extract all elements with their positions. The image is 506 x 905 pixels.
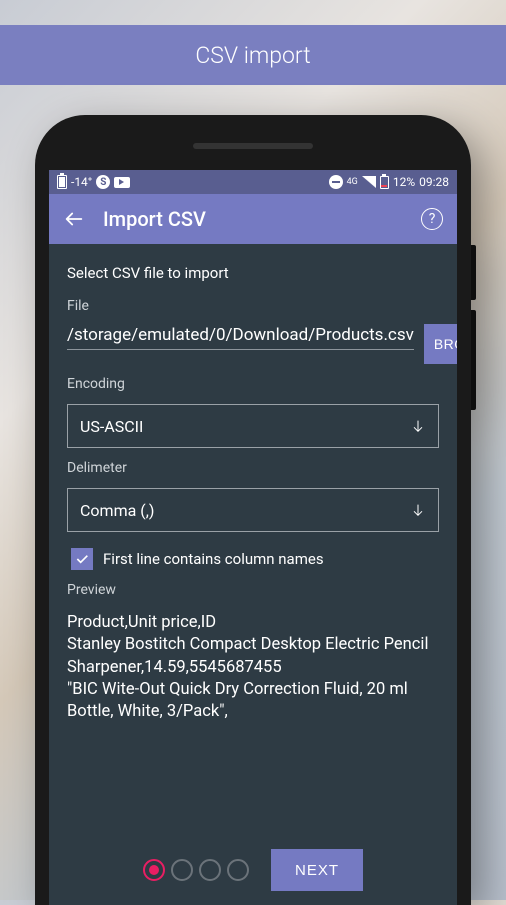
next-button[interactable]: NEXT xyxy=(271,849,363,891)
battery-level-icon xyxy=(380,176,389,189)
page-dot[interactable] xyxy=(199,859,221,881)
delimiter-select[interactable]: Comma (,) xyxy=(67,488,439,532)
youtube-icon xyxy=(114,177,130,188)
app-bar: Import CSV ? xyxy=(49,194,457,244)
file-label: File xyxy=(67,298,439,314)
page-dot[interactable] xyxy=(227,859,249,881)
banner: CSV import xyxy=(0,25,506,85)
preview-text: Product,Unit price,ID Stanley Bostitch C… xyxy=(67,612,439,723)
form-content: Select CSV file to import File /storage/… xyxy=(49,244,457,905)
firstline-checkbox[interactable] xyxy=(71,548,93,570)
screen: -14° S 4G 12% 09:28 Import CSV xyxy=(49,170,457,905)
page-dot[interactable] xyxy=(143,859,165,881)
encoding-select[interactable]: US-ASCII xyxy=(67,404,439,448)
delimiter-label: Delimeter xyxy=(67,460,439,476)
delimiter-value: Comma (,) xyxy=(80,501,410,520)
banner-title: CSV import xyxy=(195,42,310,69)
section-header: Select CSV file to import xyxy=(67,264,439,282)
firstline-label: First line contains column names xyxy=(103,550,324,568)
temperature: -14° xyxy=(71,175,92,189)
file-path-input[interactable]: /storage/emulated/0/Download/Products.cs… xyxy=(67,324,414,350)
status-bar: -14° S 4G 12% 09:28 xyxy=(49,170,457,194)
phone-side-button xyxy=(471,310,476,410)
chevron-down-icon xyxy=(410,418,426,434)
help-icon[interactable]: ? xyxy=(421,208,443,230)
back-arrow-icon[interactable] xyxy=(63,208,85,230)
clock: 09:28 xyxy=(419,175,449,189)
page-title: Import CSV xyxy=(103,207,403,231)
preview-label: Preview xyxy=(67,582,439,598)
battery-icon xyxy=(57,175,67,189)
phone-frame: -14° S 4G 12% 09:28 Import CSV xyxy=(35,115,471,905)
dnd-icon xyxy=(329,175,343,189)
browse-button[interactable]: BROWSE... xyxy=(424,324,457,364)
encoding-label: Encoding xyxy=(67,376,439,392)
battery-percent: 12% xyxy=(393,175,415,189)
encoding-value: US-ASCII xyxy=(80,417,410,436)
page-indicator xyxy=(143,859,249,881)
network-label: 4G xyxy=(347,177,358,187)
footer: NEXT xyxy=(67,841,439,905)
signal-icon xyxy=(362,176,376,188)
page-dot[interactable] xyxy=(171,859,193,881)
phone-speaker xyxy=(193,143,313,149)
skype-icon: S xyxy=(96,175,110,189)
phone-side-button xyxy=(471,245,476,300)
chevron-down-icon xyxy=(410,502,426,518)
